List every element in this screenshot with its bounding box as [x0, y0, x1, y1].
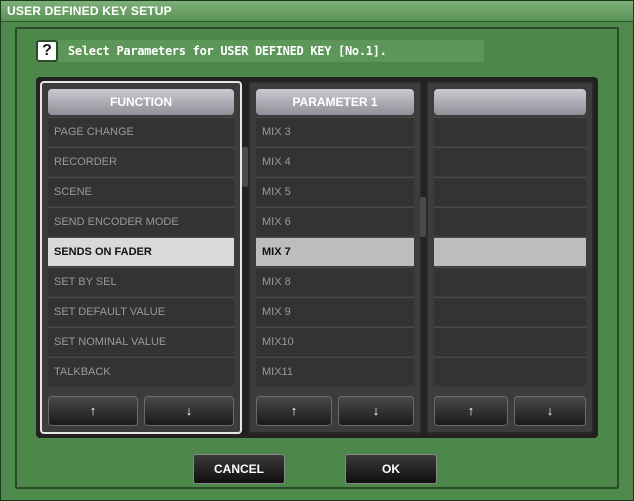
ok-button[interactable]: OK — [345, 454, 437, 484]
function-item[interactable]: SCENE — [48, 177, 234, 206]
parameter2-scroll-up-button[interactable]: ↑ — [434, 396, 508, 426]
parameter1-item[interactable]: MIX 3 — [256, 117, 414, 146]
parameter2-item[interactable] — [434, 147, 586, 176]
selection-panels: FUNCTION PAGE CHANGE RECORDER SCENE SEND… — [36, 77, 598, 438]
parameter1-scroll-down-button[interactable]: ↓ — [338, 396, 414, 426]
function-item[interactable]: SET BY SEL — [48, 267, 234, 296]
function-item[interactable]: SEND ENCODER MODE — [48, 207, 234, 236]
cancel-button[interactable]: CANCEL — [193, 454, 285, 484]
parameter2-scroll-down-button[interactable]: ↓ — [514, 396, 586, 426]
parameter1-item[interactable]: MIX 5 — [256, 177, 414, 206]
function-header: FUNCTION — [48, 89, 234, 115]
title-bar: USER DEFINED KEY SETUP — [1, 1, 633, 22]
function-item-selected[interactable]: SENDS ON FADER — [48, 237, 234, 266]
parameter2-header — [434, 89, 586, 115]
function-scroll-buttons: ↑ ↓ — [48, 396, 234, 426]
parameter2-item[interactable] — [434, 297, 586, 326]
parameter2-scroll-buttons: ↑ ↓ — [434, 396, 586, 426]
function-item[interactable]: PAGE CHANGE — [48, 117, 234, 146]
parameter1-item[interactable]: MIX 4 — [256, 147, 414, 176]
function-column: FUNCTION PAGE CHANGE RECORDER SCENE SEND… — [40, 81, 242, 434]
function-item[interactable]: RECORDER — [48, 147, 234, 176]
parameter1-item-selected[interactable]: MIX 7 — [256, 237, 414, 266]
function-item[interactable]: TALKBACK — [48, 357, 234, 386]
parameter2-item[interactable] — [434, 117, 586, 146]
question-icon: ? — [36, 40, 58, 62]
parameter2-item-selected[interactable] — [434, 237, 586, 266]
parameter1-list: MIX 3 MIX 4 MIX 5 MIX 6 MIX 7 MIX 8 MIX … — [256, 117, 414, 387]
parameter1-item[interactable]: MIX11 — [256, 357, 414, 386]
function-scroll-up-button[interactable]: ↑ — [48, 396, 138, 426]
parameter1-column: PARAMETER 1 MIX 3 MIX 4 MIX 5 MIX 6 MIX … — [248, 81, 422, 434]
function-item[interactable]: SET NOMINAL VALUE — [48, 327, 234, 356]
function-list: PAGE CHANGE RECORDER SCENE SEND ENCODER … — [48, 117, 234, 387]
prompt-text: Select Parameters for USER DEFINED KEY [… — [68, 44, 387, 58]
parameter1-item[interactable]: MIX 8 — [256, 267, 414, 296]
parameter1-item[interactable]: MIX 9 — [256, 297, 414, 326]
parameter2-list — [434, 117, 586, 387]
parameter1-item[interactable]: MIX10 — [256, 327, 414, 356]
parameter2-item[interactable] — [434, 357, 586, 386]
parameter2-item[interactable] — [434, 267, 586, 296]
parameter1-scroll-up-button[interactable]: ↑ — [256, 396, 332, 426]
prompt-bar: ? Select Parameters for USER DEFINED KEY… — [36, 40, 484, 62]
parameter2-item[interactable] — [434, 177, 586, 206]
parameter1-item[interactable]: MIX 6 — [256, 207, 414, 236]
function-item[interactable]: SET DEFAULT VALUE — [48, 297, 234, 326]
parameter2-column: ↑ ↓ — [426, 81, 594, 434]
parameter2-item[interactable] — [434, 207, 586, 236]
parameter1-header: PARAMETER 1 — [256, 89, 414, 115]
parameter2-item[interactable] — [434, 327, 586, 356]
function-scroll-down-button[interactable]: ↓ — [144, 396, 234, 426]
window-title: USER DEFINED KEY SETUP — [7, 4, 172, 18]
parameter1-scroll-buttons: ↑ ↓ — [256, 396, 414, 426]
